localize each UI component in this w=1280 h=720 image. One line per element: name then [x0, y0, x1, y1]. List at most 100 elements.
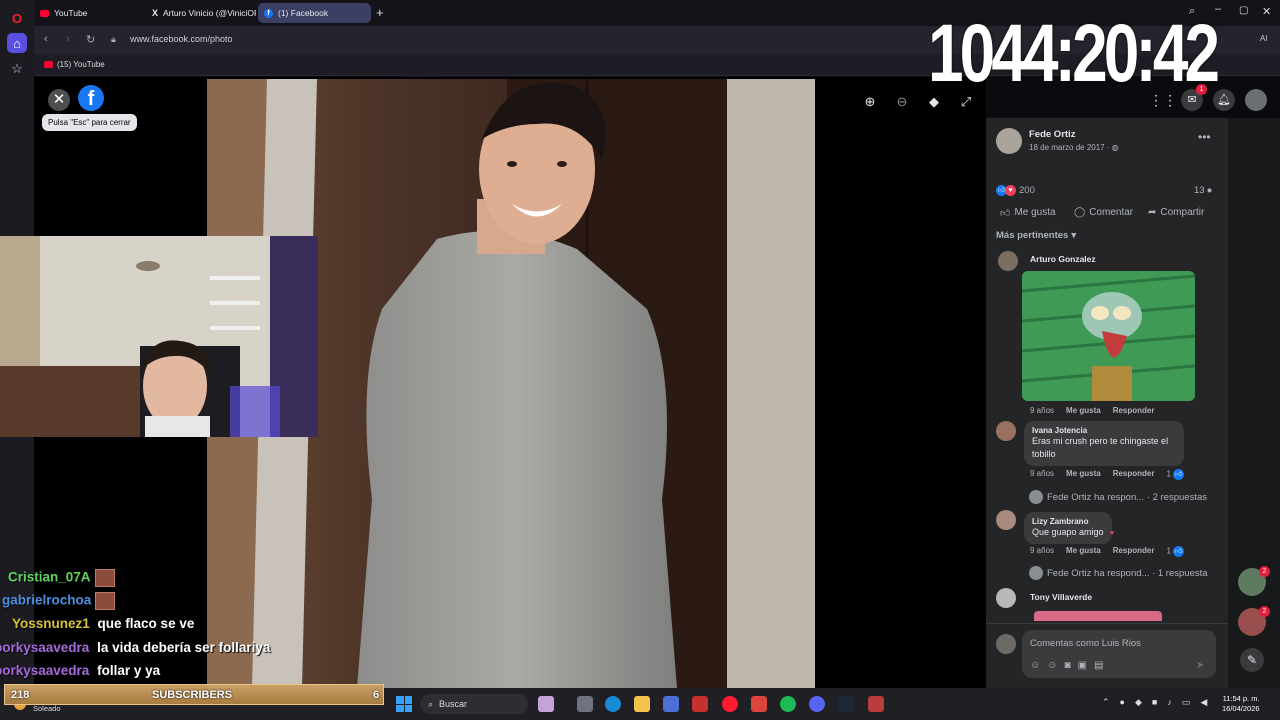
commenter-name[interactable]: Ivana Jotencia	[1032, 426, 1176, 435]
emoji-icon[interactable]: ☺	[1047, 660, 1057, 671]
bookmark-youtube[interactable]: (15) YouTube	[44, 60, 105, 69]
avatar-sticker-icon[interactable]: ☺	[1030, 660, 1040, 671]
lock-icon: 🔒︎	[111, 34, 116, 44]
home-icon[interactable]: ⌂	[7, 33, 27, 53]
store-icon[interactable]	[663, 696, 679, 712]
tray-clock[interactable]: 11:54 p. m. 16/04/2026	[1222, 694, 1260, 714]
commenter-name[interactable]: Arturo Gonzalez	[1030, 254, 1096, 264]
close-photo-button[interactable]: ✕	[48, 89, 70, 111]
taskbar-search[interactable]: ⌕ Buscar	[420, 694, 528, 714]
emote-icon	[94, 569, 115, 587]
tray-app-icon[interactable]: ●	[1120, 697, 1125, 708]
tab-twitter[interactable]: X Arturo Vinicio (@ViniciOP...	[146, 3, 256, 23]
comment-like-button[interactable]: Me gusta	[1066, 406, 1101, 415]
reload-icon[interactable]: ↻	[86, 33, 95, 46]
comment-reply-button[interactable]: Responder	[1113, 546, 1155, 557]
chat-head-badge: 2	[1259, 566, 1270, 577]
comment-bubble: Ivana Jotencia Eras mi crush pero te chi…	[1024, 421, 1184, 466]
comment-text: Que guapo amigo	[1032, 527, 1104, 537]
steam-icon[interactable]	[838, 696, 854, 712]
notifications-icon[interactable]: 🔔︎	[1213, 89, 1235, 111]
new-message-icon[interactable]: ✎	[1240, 648, 1264, 672]
spotify-icon[interactable]	[780, 696, 796, 712]
commenter-avatar[interactable]	[996, 510, 1016, 530]
facebook-logo[interactable]: f	[78, 85, 104, 111]
app-icon[interactable]	[692, 696, 708, 712]
opera-logo-icon[interactable]: O	[7, 8, 27, 28]
chat-message: gabrielrochoa	[2, 592, 116, 610]
gif-icon[interactable]: ▣	[1077, 660, 1086, 671]
zoom-out-icon[interactable]: ⊖	[893, 93, 911, 111]
comment-gif[interactable]	[1022, 271, 1195, 401]
commenter-avatar[interactable]	[996, 588, 1016, 608]
comment-image-preview[interactable]	[1034, 611, 1162, 621]
commenter-avatar[interactable]	[996, 421, 1016, 441]
app-icon[interactable]	[868, 696, 884, 712]
volume-icon[interactable]: ◀	[1200, 697, 1207, 708]
app-icon[interactable]	[751, 696, 767, 712]
close-window-button[interactable]: ✕	[1262, 5, 1271, 18]
chat-username: gabrielrochoa	[2, 592, 92, 608]
sticker-icon[interactable]: ▤	[1094, 660, 1103, 671]
emote-icon	[95, 592, 116, 610]
view-replies-link[interactable]: Fede Ortiz ha respon... · 2 respuestas	[1029, 490, 1207, 504]
ai-button[interactable]: AI	[1260, 34, 1268, 43]
youtube-icon	[40, 9, 49, 17]
like-button[interactable]: 👍︎ Me gusta	[1000, 207, 1056, 219]
task-view-icon[interactable]	[577, 696, 593, 712]
more-options-icon[interactable]: •••	[1198, 130, 1211, 144]
thumbs-up-icon: 👍︎	[1000, 208, 1011, 219]
tray-app-icon[interactable]: ◆	[1135, 697, 1142, 708]
subscriber-count: 218	[11, 689, 30, 701]
widget-flowers-icon[interactable]	[538, 696, 554, 712]
like-reaction-icon: 👍︎	[1173, 546, 1185, 557]
tab-youtube[interactable]: YouTube	[34, 3, 144, 23]
comment-reply-button[interactable]: Responder	[1113, 406, 1155, 415]
opera-icon[interactable]	[722, 696, 738, 712]
star-icon[interactable]: ☆	[7, 59, 27, 79]
minimize-button[interactable]: –	[1215, 3, 1221, 15]
squidward-gif-image	[1022, 271, 1195, 401]
edge-icon[interactable]	[605, 696, 621, 712]
network-icon[interactable]: ▭	[1182, 697, 1191, 708]
microphone-icon[interactable]: ♪	[1167, 697, 1172, 708]
apps-menu-icon[interactable]: ⋮⋮	[1149, 89, 1177, 111]
comment-input[interactable]: Comentas como Luis Rios ☺ ☺ ◙ ▣ ▤ ➤	[1022, 630, 1216, 678]
author-avatar[interactable]	[996, 128, 1022, 154]
comment-like-button[interactable]: Me gusta	[1066, 546, 1101, 557]
windows-start-icon[interactable]	[396, 696, 412, 712]
comment-like-button[interactable]: Me gusta	[1066, 469, 1101, 480]
discord-icon[interactable]	[809, 696, 825, 712]
maximize-button[interactable]: ▢	[1239, 5, 1248, 16]
composer-tools: ☺ ☺ ◙ ▣ ▤	[1030, 660, 1103, 671]
comment-likes: 1 👍︎	[1167, 469, 1185, 480]
zoom-in-icon[interactable]: ⊕	[861, 93, 879, 111]
system-tray: ⌃ ● ◆ ■ ♪ ▭ ◀	[1102, 697, 1207, 708]
tray-app-icon[interactable]: ■	[1152, 697, 1157, 708]
tab-facebook[interactable]: f (1) Facebook	[258, 3, 371, 23]
chevron-up-icon[interactable]: ⌃	[1102, 697, 1110, 708]
camera-icon[interactable]: ◙	[1064, 660, 1070, 671]
comments-count[interactable]: 13 ●	[1194, 185, 1212, 196]
forward-icon[interactable]: ›	[66, 33, 70, 45]
share-button[interactable]: ➦ Compartir	[1148, 207, 1204, 218]
view-replies-link[interactable]: Fede Ortiz ha respond... · 1 respuesta	[1029, 566, 1208, 580]
back-icon[interactable]: ‹	[44, 33, 48, 45]
comment-text: Eras mi crush pero te chingaste el tobil…	[1032, 436, 1169, 459]
post-date[interactable]: 18 de marzo de 2017 · ◍	[1029, 143, 1119, 152]
commenter-name[interactable]: Tony Villaverde	[1030, 592, 1092, 602]
send-icon[interactable]: ➤	[1196, 660, 1204, 671]
url-field[interactable]: www.facebook.com/photo	[130, 34, 233, 44]
subscriber-goal: 6	[373, 689, 380, 701]
post-author[interactable]: Fede Ortiz	[1029, 129, 1075, 140]
comment-bubble-icon: ●	[1206, 185, 1213, 196]
comment-button[interactable]: ◯ Comentar	[1074, 207, 1133, 218]
comment-sort-dropdown[interactable]: Más pertinentes ▾	[996, 230, 1076, 241]
commenter-avatar[interactable]	[998, 251, 1018, 271]
profile-avatar[interactable]	[1245, 89, 1267, 111]
reactions-summary[interactable]: 👍︎ ♥ 200	[996, 185, 1035, 196]
commenter-name[interactable]: Lizy Zambrano	[1032, 517, 1104, 526]
comment-reply-button[interactable]: Responder	[1113, 469, 1155, 480]
file-explorer-icon[interactable]	[634, 696, 650, 712]
new-tab-button[interactable]: +	[376, 5, 384, 20]
